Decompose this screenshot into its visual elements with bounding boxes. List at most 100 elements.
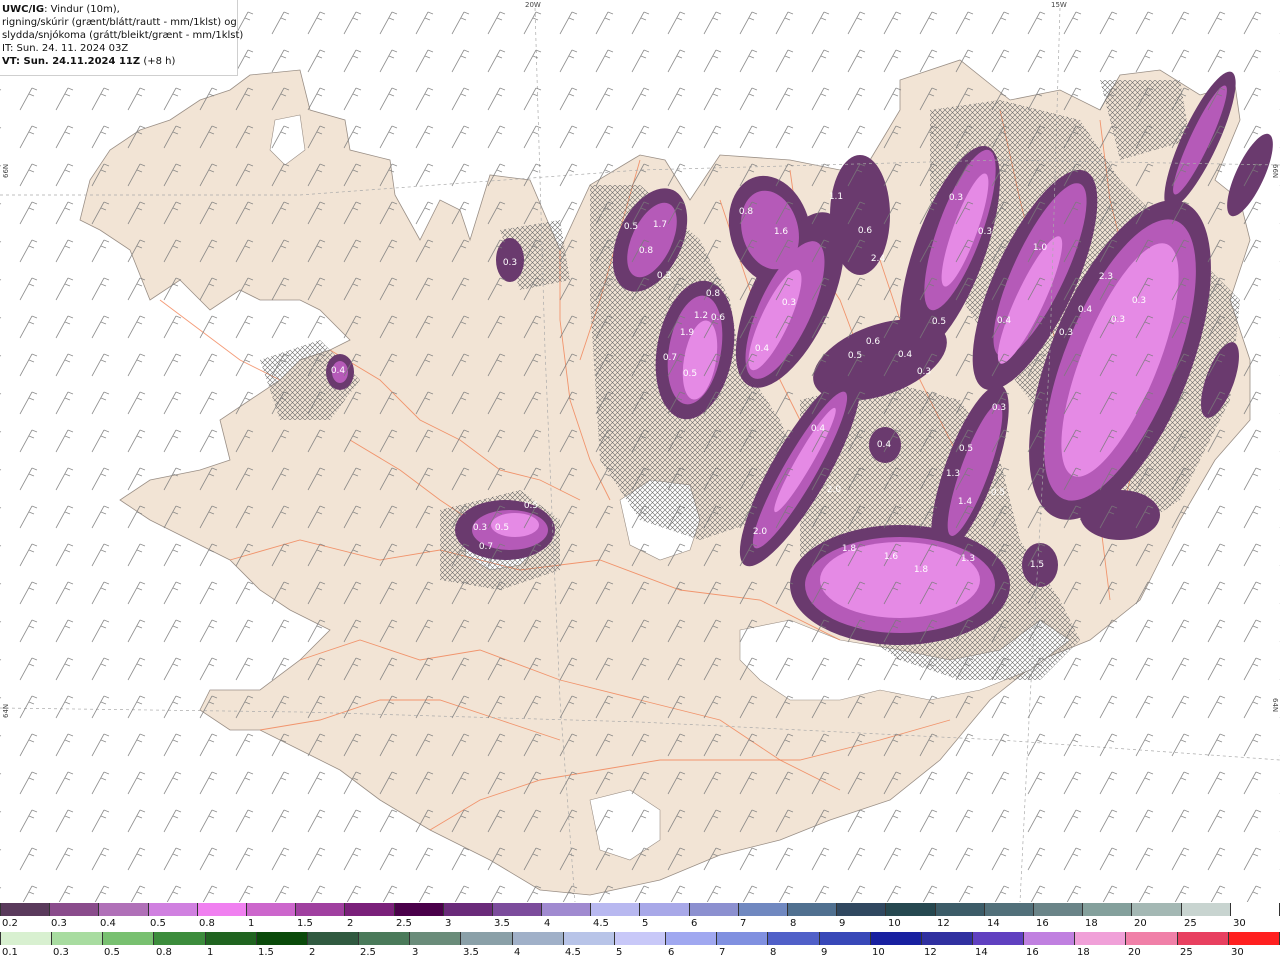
rain-swatch	[717, 932, 769, 945]
precip-value-label: 0.6	[866, 337, 881, 347]
snow-scale-label: 0.3	[51, 918, 67, 929]
snow-swatch	[1083, 903, 1133, 916]
rain-scale-label: 4.5	[565, 947, 581, 958]
precip-value-label: 0.3	[949, 193, 963, 203]
snow-swatch	[345, 903, 395, 916]
map-viewport: 0.3 0.4 0.3 0.5 0.5 0.7 0.8 1.7 0.5 0.3 0.8 1.6 1.1 0…	[0, 0, 1280, 960]
precip-value-label: 0.4	[898, 350, 913, 360]
snow-swatch	[50, 903, 100, 916]
precip-value-label: 1.7	[653, 220, 667, 230]
valid-time: VT: Sun. 24.11.2024 11Z	[2, 56, 141, 67]
rain-scale-label: 2	[309, 947, 316, 958]
snow-scale-label: 25	[1184, 918, 1197, 929]
rain-swatch	[921, 932, 973, 945]
snow-scale-label: 5	[642, 918, 649, 929]
rain-scale-label: 5	[616, 947, 623, 958]
snow-swatch	[99, 903, 149, 916]
rain-scale-label: 3	[412, 947, 419, 958]
precip-value-label: 0.8	[706, 289, 721, 299]
precip-value-label: 0.6	[858, 226, 873, 236]
precip-value-label: 0.3	[978, 227, 992, 237]
precip-value-label: 0.3	[473, 523, 487, 533]
rain-scale-label: 18	[1077, 947, 1090, 958]
rain-scale-label: 12	[924, 947, 937, 958]
snow-scale-label: 16	[1036, 918, 1049, 929]
precip-value-label: 0.4	[755, 344, 770, 354]
rain-swatch	[870, 932, 922, 945]
rain-swatch	[1075, 932, 1127, 945]
precip-value-label: 0.3	[657, 271, 671, 281]
snow-scale-label: 7	[740, 918, 747, 929]
precip-value-label: 0.4	[331, 366, 346, 376]
snow-swatch	[492, 903, 543, 916]
snow-swatch	[296, 903, 346, 916]
snow-scale-labels: 0.2 0.3 0.4 0.5 0.8 1 1.5 2 2.5 3 3.5 4 4.5 5 6 7 8 9 10 12…	[0, 918, 1280, 930]
snow-swatch	[689, 903, 739, 916]
longitude-label-15w: 15W	[1051, 1, 1067, 9]
precip-value-label: 0.8	[739, 207, 754, 217]
precip-value-label: 1.5	[1030, 560, 1044, 570]
snow-color-scale	[0, 903, 1280, 916]
snow-swatch	[0, 903, 51, 916]
snow-scale-label: 0.4	[100, 918, 116, 929]
rain-scale-labels: 0.1 0.3 0.5 0.8 1 1.5 2 2.5 3 3.5 4 4.5 5 6 7 8 9 10 12 14 1…	[0, 947, 1280, 959]
precip-value-label: 2.4	[871, 254, 886, 264]
snow-scale-label: 4.5	[593, 918, 609, 929]
latitude-label-66n-left: 66N	[2, 163, 10, 178]
snow-swatch	[640, 903, 690, 916]
precip-value-label: 0.5	[495, 523, 509, 533]
precip-value-label: 0.3	[503, 258, 517, 268]
rain-scale-label: 2.5	[360, 947, 376, 958]
precip-value-label: 1.8	[842, 544, 857, 554]
rain-swatch	[1024, 932, 1076, 945]
rain-scale-label: 1.5	[258, 947, 274, 958]
snow-swatch	[1132, 903, 1182, 916]
snow-scale-label: 18	[1085, 918, 1098, 929]
precip-value-label: 1.8	[914, 565, 929, 575]
snow-swatch	[148, 903, 198, 916]
color-legend: 0.2 0.3 0.4 0.5 0.8 1 1.5 2 2.5 3 3.5 4 4.5 5 6 7 8 9 10 12…	[0, 902, 1280, 960]
rain-scale-label: 7	[719, 947, 726, 958]
rain-scale-label: 0.5	[104, 947, 120, 958]
rain-scale-label: 0.8	[156, 947, 172, 958]
rain-color-scale	[0, 932, 1280, 945]
rain-scale-label: 14	[975, 947, 988, 958]
rain-swatch	[819, 932, 871, 945]
latitude-label-64n-right: 64N	[1271, 698, 1279, 713]
precip-value-label: 1.6	[884, 552, 899, 562]
snow-scale-label: 9	[839, 918, 846, 929]
rain-scale-label: 3.5	[463, 947, 479, 958]
rain-scale-label: 4	[514, 947, 521, 958]
rain-swatch	[0, 932, 53, 945]
snow-swatch	[1181, 903, 1231, 916]
rain-scale-label: 16	[1026, 947, 1039, 958]
rain-swatch	[512, 932, 564, 945]
rain-swatch	[410, 932, 462, 945]
header-line-3: slydda/snjókoma (grátt/bleikt/grænt - mm…	[2, 30, 244, 41]
rain-swatch	[563, 932, 615, 945]
longitude-label-20w: 20W	[525, 1, 541, 9]
precip-value-label: 0.5	[959, 444, 973, 454]
snow-scale-label: 6	[691, 918, 698, 929]
snow-swatch	[246, 903, 297, 916]
rain-scale-label: 1	[207, 947, 214, 958]
snow-scale-label: 2.5	[396, 918, 412, 929]
rain-scale-label: 6	[668, 947, 675, 958]
precip-value-label: 0.5	[848, 351, 862, 361]
snow-scale-label: 8	[790, 918, 797, 929]
rain-swatch	[103, 932, 155, 945]
snow-swatch	[935, 903, 985, 916]
rain-swatch	[52, 932, 104, 945]
snow-swatch	[886, 903, 936, 916]
rain-swatch	[614, 932, 667, 945]
snow-scale-label: 0.2	[2, 918, 18, 929]
rain-swatch	[972, 932, 1025, 945]
rain-swatch	[154, 932, 206, 945]
snow-swatch	[1033, 903, 1084, 916]
rain-scale-label: 0.3	[53, 947, 69, 958]
rain-swatch	[1177, 932, 1229, 945]
snow-swatch	[1230, 903, 1280, 916]
rain-scale-label: 30	[1231, 947, 1244, 958]
precip-value-label: 0.4	[997, 316, 1012, 326]
iceland-forecast-map: 0.30.40.30.50.50.70.81.70.50.30.81.61.10…	[0, 0, 1280, 902]
